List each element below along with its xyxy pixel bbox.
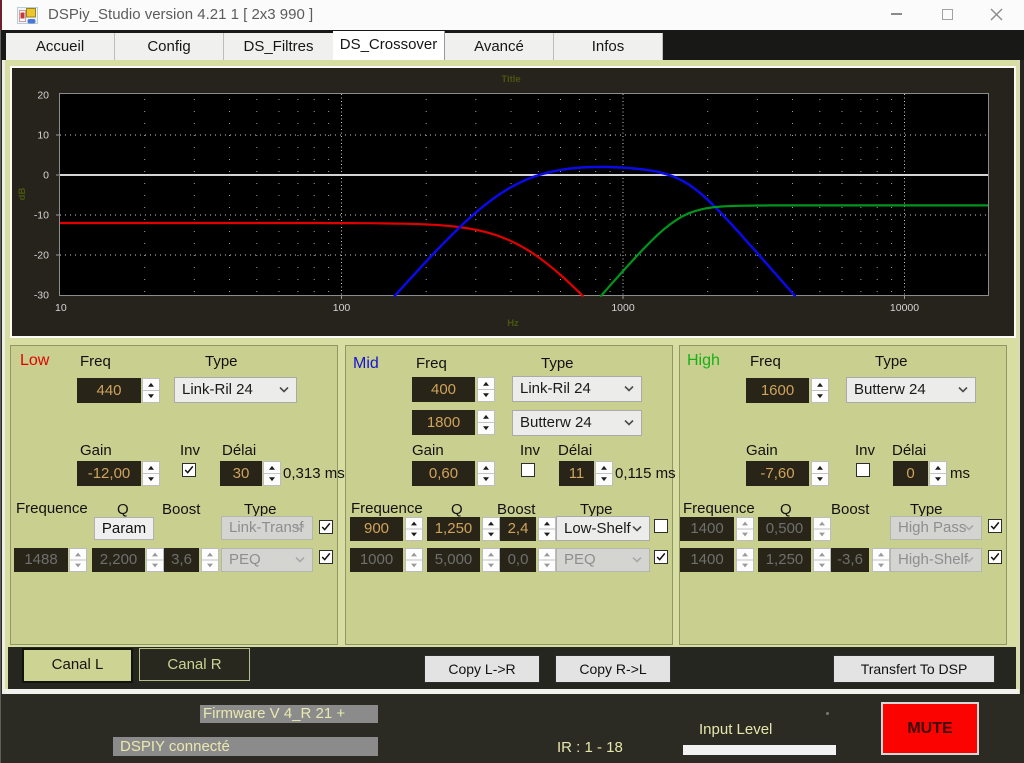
svg-text:0: 0: [43, 170, 49, 182]
svg-text:1000: 1000: [611, 302, 635, 314]
svg-text:-30: -30: [34, 290, 49, 302]
svg-text:-10: -10: [34, 210, 49, 222]
svg-text:10: 10: [37, 130, 49, 142]
svg-text:Title: Title: [501, 74, 520, 85]
svg-text:10000: 10000: [890, 302, 919, 314]
svg-text:100: 100: [333, 302, 351, 314]
svg-text:20: 20: [37, 90, 49, 102]
svg-text:dB: dB: [17, 188, 28, 201]
svg-text:10: 10: [55, 302, 67, 314]
svg-text:-20: -20: [34, 250, 49, 262]
svg-text:Hz: Hz: [507, 318, 519, 329]
